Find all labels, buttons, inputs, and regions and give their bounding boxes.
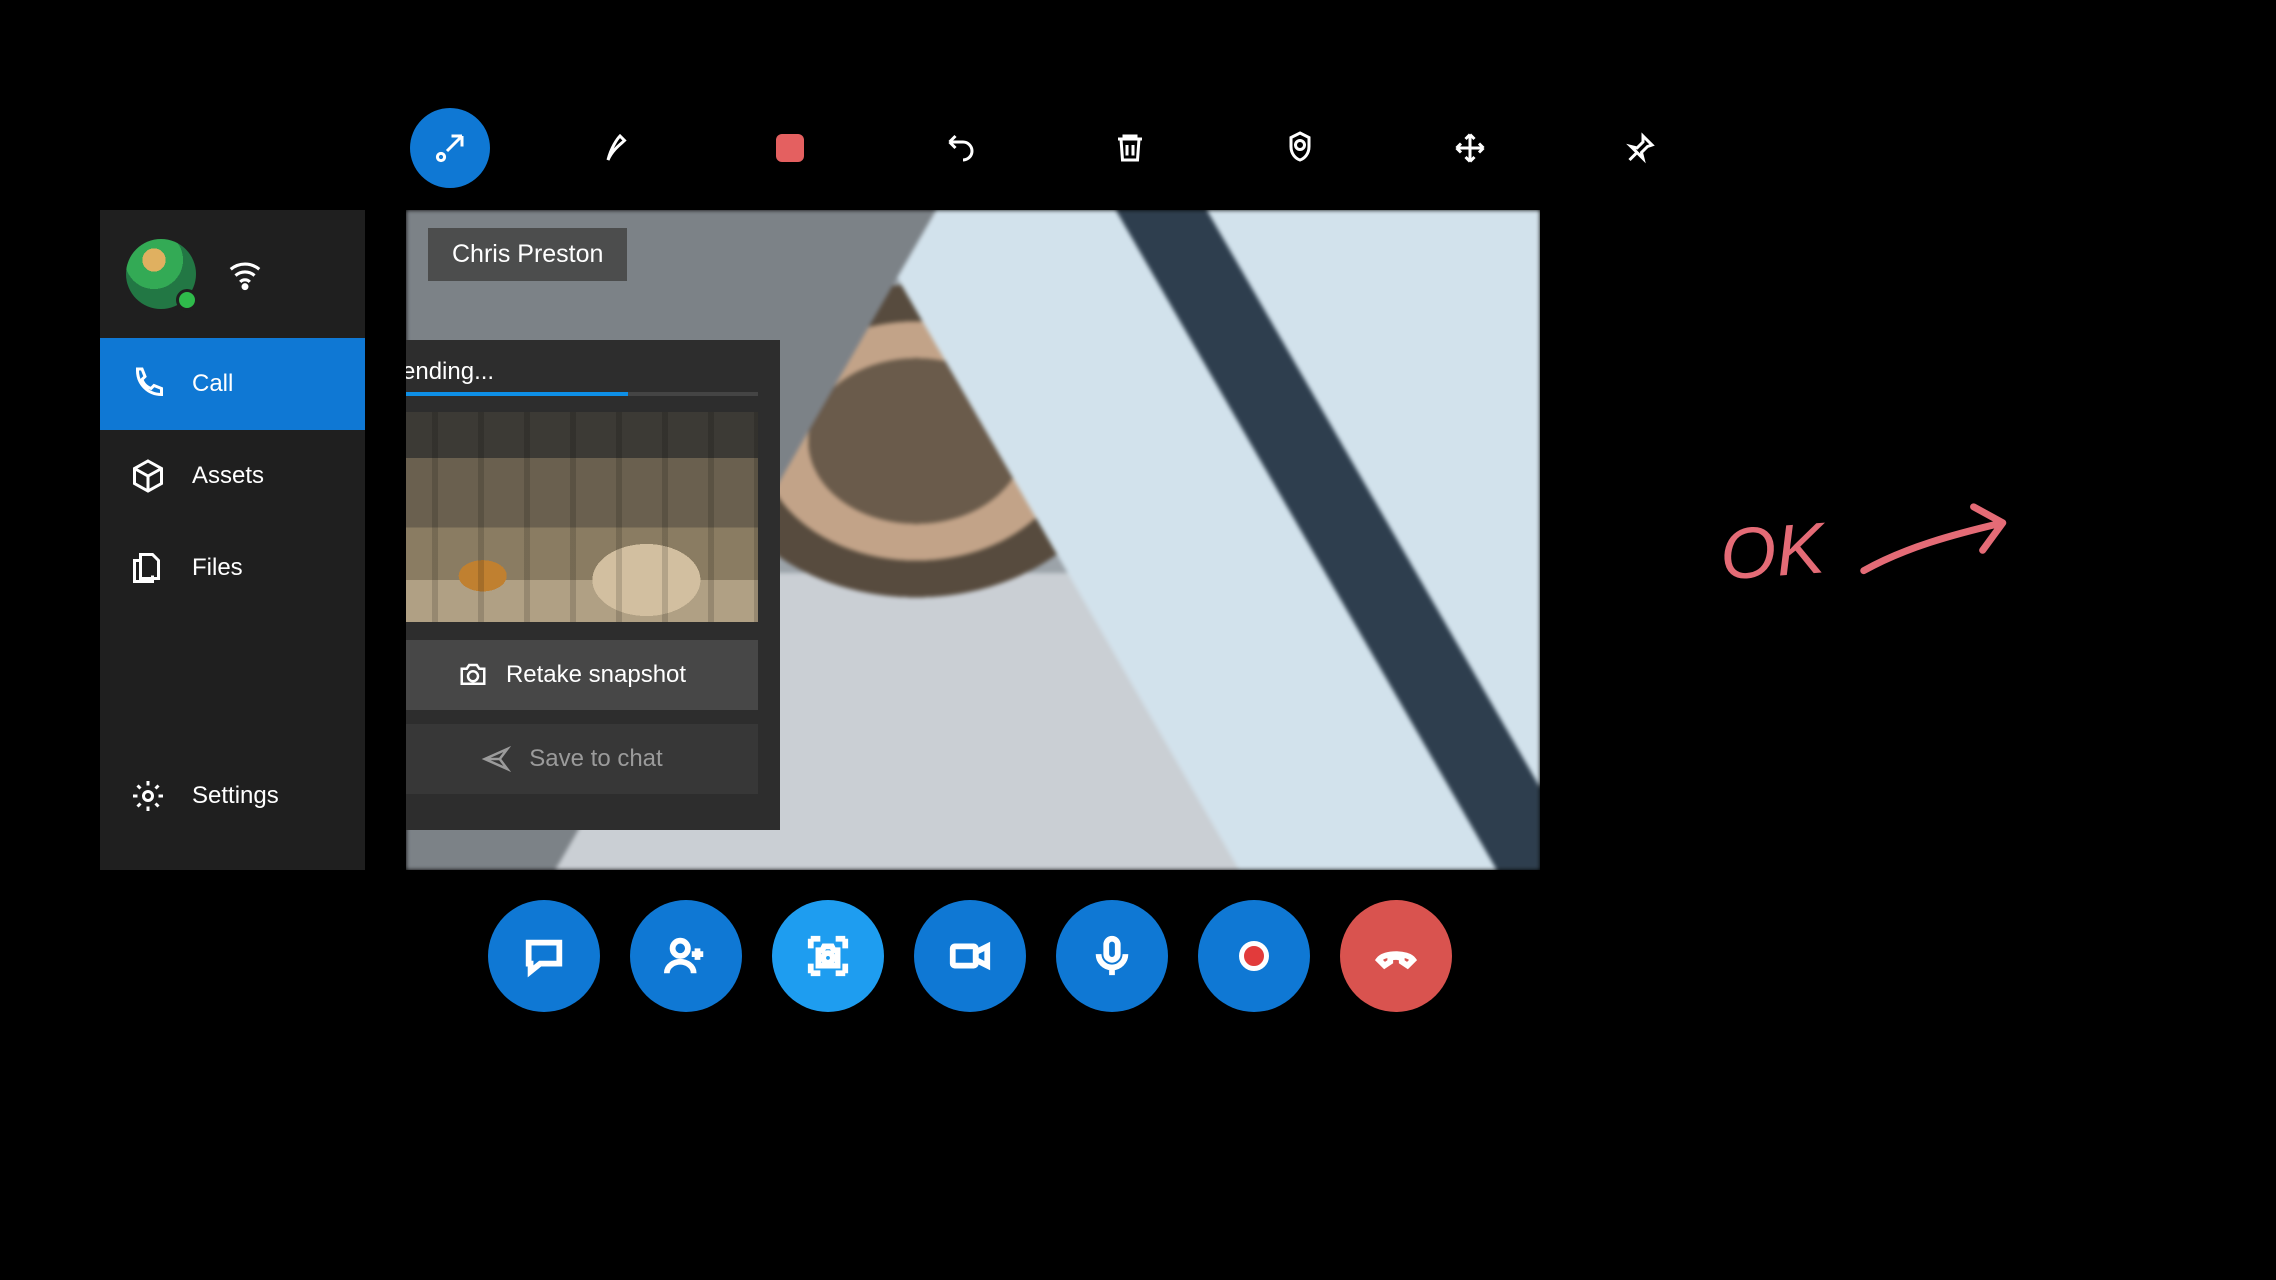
remote-name-label: Chris Preston: [452, 240, 603, 268]
remote-video: Chris Preston Sending... Retake snapshot…: [406, 210, 1540, 870]
snapshot-progress: [406, 392, 758, 396]
sidebar: Call Assets Files Settings: [100, 210, 365, 870]
add-participant-button[interactable]: [630, 900, 742, 1012]
snapshot-thumbnail: [406, 412, 758, 622]
sidebar-item-label: Call: [192, 370, 233, 398]
presence-badge-available: [176, 289, 198, 311]
save-to-chat-button: Save to chat: [406, 724, 758, 794]
stop-shape-button[interactable]: [750, 108, 830, 188]
sidebar-item-label: Files: [192, 554, 243, 582]
stop-icon: [776, 134, 804, 162]
chat-button[interactable]: [488, 900, 600, 1012]
lens-icon: [1282, 130, 1318, 166]
pen-icon: [602, 130, 638, 166]
delete-button[interactable]: [1090, 108, 1170, 188]
sidebar-item-settings[interactable]: Settings: [100, 750, 365, 842]
phone-icon: [130, 366, 166, 402]
retake-snapshot-button[interactable]: Retake snapshot: [406, 640, 758, 710]
retake-snapshot-label: Retake snapshot: [506, 661, 686, 689]
call-app-panel: Call Assets Files Settings Chris Preston…: [100, 210, 1540, 870]
wifi-icon: [226, 255, 264, 293]
sidebar-item-assets[interactable]: Assets: [100, 430, 365, 522]
sidebar-item-call[interactable]: Call: [100, 338, 365, 430]
gear-icon: [130, 778, 166, 814]
chat-icon: [521, 933, 567, 979]
add-person-icon: [663, 933, 709, 979]
call-controls-dock: [488, 900, 1452, 1012]
undo-icon: [942, 130, 978, 166]
send-icon: [481, 744, 511, 774]
collapse-icon: [432, 130, 468, 166]
snapshot-icon: [458, 660, 488, 690]
snapshot-panel: Sending... Retake snapshot Save to chat: [406, 340, 780, 830]
undo-button[interactable]: [920, 108, 1000, 188]
pen-button[interactable]: [580, 108, 660, 188]
sidebar-item-label: Settings: [192, 782, 279, 810]
avatar[interactable]: [126, 239, 196, 309]
sidebar-item-files[interactable]: Files: [100, 522, 365, 614]
remote-name-tag: Chris Preston: [428, 228, 627, 281]
ink-text: OK: [1718, 507, 1827, 596]
annotation-toolbar: [410, 108, 1680, 188]
collapse-button[interactable]: [410, 108, 490, 188]
arrow-right-icon: [1851, 490, 2027, 592]
snapshot-progress-fill: [406, 392, 628, 396]
snapshot-status-label: Sending...: [406, 358, 758, 386]
hangup-icon: [1373, 933, 1419, 979]
hangup-button[interactable]: [1340, 900, 1452, 1012]
move-button[interactable]: [1430, 108, 1510, 188]
mic-icon: [1089, 933, 1135, 979]
move-icon: [1452, 130, 1488, 166]
sidebar-header: [100, 210, 365, 338]
snapshot-icon: [805, 933, 851, 979]
ink-annotation: OK: [1717, 490, 2027, 601]
toggle-video-button[interactable]: [914, 900, 1026, 1012]
sidebar-nav: Call Assets Files: [100, 338, 365, 614]
video-icon: [947, 933, 993, 979]
take-snapshot-button[interactable]: [772, 900, 884, 1012]
trash-icon: [1112, 130, 1148, 166]
pin-icon: [1622, 130, 1658, 166]
pin-button[interactable]: [1600, 108, 1680, 188]
lens-button[interactable]: [1260, 108, 1340, 188]
toggle-mic-button[interactable]: [1056, 900, 1168, 1012]
files-icon: [130, 550, 166, 586]
record-icon: [1239, 941, 1269, 971]
package-icon: [130, 458, 166, 494]
record-button[interactable]: [1198, 900, 1310, 1012]
save-to-chat-label: Save to chat: [529, 745, 662, 773]
sidebar-item-label: Assets: [192, 462, 264, 490]
